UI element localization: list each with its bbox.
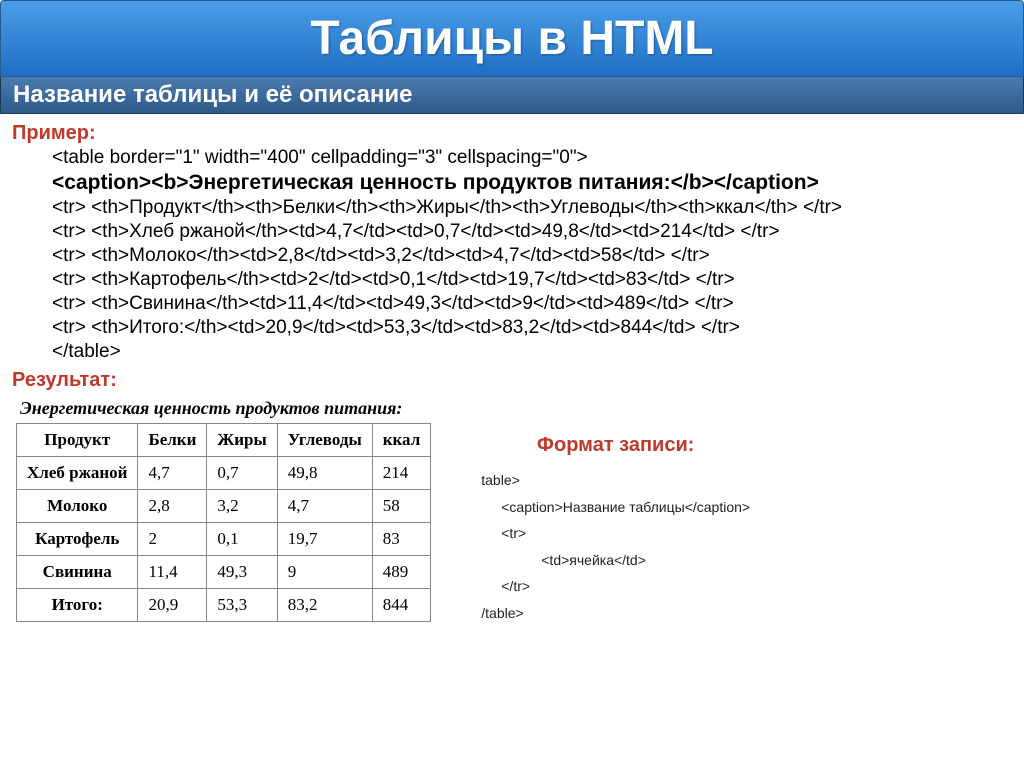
format-block: table><caption>Название таблицы</caption… <box>481 467 750 627</box>
format-heading: Формат записи: <box>481 434 750 457</box>
table-cell: 0,7 <box>207 457 277 490</box>
code-line: <tr> <th>Свинина</th><td>11,4</td><td>49… <box>52 293 1012 315</box>
table-cell: 214 <box>372 457 431 490</box>
row-name-cell: Хлеб ржаной <box>17 457 138 490</box>
row-name-cell: Картофель <box>17 523 138 556</box>
title-bar: Таблицы в HTML <box>0 0 1024 77</box>
code-line: <tr> <th>Молоко</th><td>2,8</td><td>3,2<… <box>52 245 1012 267</box>
table-cell: 9 <box>277 556 372 589</box>
table-cell: 2 <box>138 523 207 556</box>
table-header-cell: Продукт <box>17 424 138 457</box>
format-line: <tr> <box>481 520 750 547</box>
code-line: <tr> <th>Итого:</th><td>20,9</td><td>53,… <box>52 317 1012 339</box>
format-column: Формат записи: table><caption>Название т… <box>481 394 750 627</box>
row-name-cell: Свинина <box>17 556 138 589</box>
table-cell: 4,7 <box>138 457 207 490</box>
format-line: <td>ячейка</td> <box>481 547 750 574</box>
page-title: Таблицы в HTML <box>1 11 1023 66</box>
code-example: <table border="1" width="400" cellpaddin… <box>12 147 1012 363</box>
table-header-cell: ккал <box>372 424 431 457</box>
table-header-cell: Углеводы <box>277 424 372 457</box>
table-cell: 49,3 <box>207 556 277 589</box>
code-line: <caption><b>Энергетическая ценность прод… <box>52 171 1012 195</box>
table-row: Хлеб ржаной4,70,749,8214 <box>17 457 431 490</box>
result-label: Результат: <box>12 369 1012 392</box>
format-line: <caption>Название таблицы</caption> <box>481 494 750 521</box>
bottom-row: Энергетическая ценность продуктов питани… <box>12 394 1012 627</box>
table-header-cell: Белки <box>138 424 207 457</box>
table-cell: 844 <box>372 589 431 622</box>
table-cell: 489 <box>372 556 431 589</box>
table-header-cell: Жиры <box>207 424 277 457</box>
page-subtitle: Название таблицы и её описание <box>13 81 1011 109</box>
example-label: Пример: <box>12 122 1012 145</box>
code-line: <tr> <th>Картофель</th><td>2</td><td>0,1… <box>52 269 1012 291</box>
table-header-row: ПродуктБелкиЖирыУглеводыккал <box>17 424 431 457</box>
code-line: </table> <box>52 341 1012 363</box>
table-cell: 83 <box>372 523 431 556</box>
subtitle-bar: Название таблицы и её описание <box>0 77 1024 114</box>
table-row: Молоко2,83,24,758 <box>17 490 431 523</box>
table-cell: 53,3 <box>207 589 277 622</box>
table-cell: 83,2 <box>277 589 372 622</box>
table-cell: 11,4 <box>138 556 207 589</box>
table-cell: 3,2 <box>207 490 277 523</box>
format-line: </tr> <box>481 573 750 600</box>
table-row: Свинина11,449,39489 <box>17 556 431 589</box>
result-column: Энергетическая ценность продуктов питани… <box>12 394 431 622</box>
table-cell: 0,1 <box>207 523 277 556</box>
code-line: <tr> <th>Продукт</th><th>Белки</th><th>Ж… <box>52 197 1012 219</box>
format-line: /table> <box>481 600 750 627</box>
table-row: Картофель20,119,783 <box>17 523 431 556</box>
code-line: <table border="1" width="400" cellpaddin… <box>52 147 1012 169</box>
table-cell: 58 <box>372 490 431 523</box>
format-line: table> <box>481 467 750 494</box>
table-cell: 19,7 <box>277 523 372 556</box>
result-table: ПродуктБелкиЖирыУглеводыккалХлеб ржаной4… <box>16 423 431 622</box>
table-cell: 2,8 <box>138 490 207 523</box>
result-table-caption: Энергетическая ценность продуктов питани… <box>12 394 431 423</box>
row-name-cell: Молоко <box>17 490 138 523</box>
table-row: Итого:20,953,383,2844 <box>17 589 431 622</box>
table-cell: 4,7 <box>277 490 372 523</box>
row-name-cell: Итого: <box>17 589 138 622</box>
content-area: Пример: <table border="1" width="400" ce… <box>0 114 1024 633</box>
table-cell: 20,9 <box>138 589 207 622</box>
table-cell: 49,8 <box>277 457 372 490</box>
code-line: <tr> <th>Хлеб ржаной</th><td>4,7</td><td… <box>52 221 1012 243</box>
